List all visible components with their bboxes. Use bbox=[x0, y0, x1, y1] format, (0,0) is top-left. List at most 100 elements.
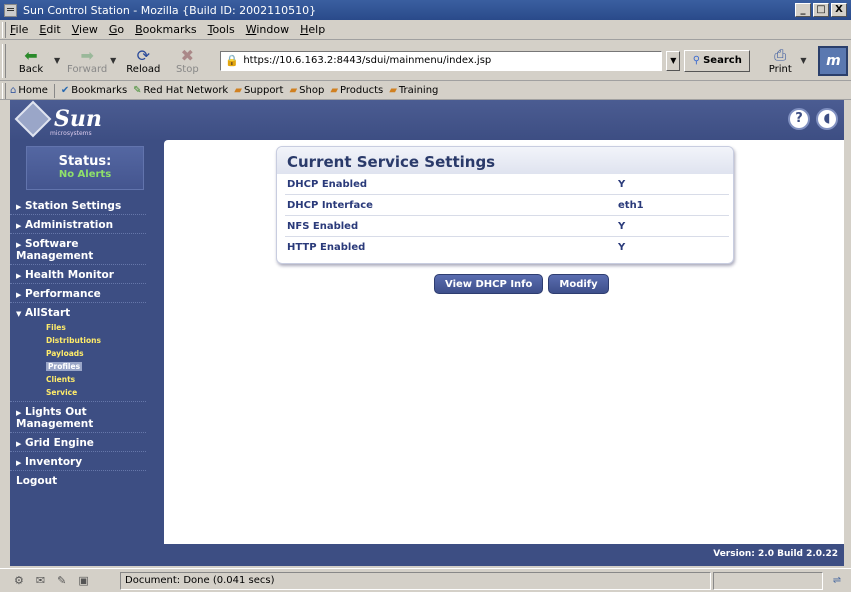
bookmark-icon: ✎ bbox=[133, 85, 142, 96]
modify-button[interactable]: Modify bbox=[548, 274, 609, 294]
composer-icon[interactable]: ✎ bbox=[57, 574, 66, 587]
url-history-dropdown[interactable]: ▼ bbox=[666, 50, 681, 71]
subnav-payloads[interactable]: Payloads bbox=[10, 347, 164, 360]
bookmark-label: Home bbox=[18, 85, 48, 96]
setting-name: HTTP Enabled bbox=[287, 242, 366, 253]
table-row: DHCP Interface eth1 bbox=[285, 195, 729, 216]
stop-button[interactable]: ✖ Stop bbox=[166, 46, 208, 76]
menu-bookmarks[interactable]: Bookmarks bbox=[135, 23, 196, 36]
toolbar-grip[interactable] bbox=[2, 44, 6, 78]
menu-tools[interactable]: Tools bbox=[208, 23, 235, 36]
toolbar-grip[interactable] bbox=[2, 83, 6, 99]
online-status-icon[interactable]: ⇌ bbox=[823, 575, 851, 586]
sidebar-item-logout[interactable]: Logout bbox=[10, 471, 146, 489]
back-button[interactable]: ⬅ Back bbox=[10, 45, 52, 76]
menu-go[interactable]: Go bbox=[109, 23, 124, 36]
mozilla-throbber-icon[interactable]: m bbox=[818, 45, 849, 76]
print-button[interactable]: ⎙ Print bbox=[760, 46, 800, 75]
forward-arrow-icon: ➡ bbox=[80, 45, 94, 65]
bookmark-red-hat-network[interactable]: ✎ Red Hat Network bbox=[133, 85, 228, 96]
print-dropdown-icon[interactable]: ▼ bbox=[800, 56, 806, 65]
page-footer: Version: 2.0 Build 2.0.22 bbox=[10, 544, 844, 566]
status-value: No Alerts bbox=[58, 169, 112, 180]
navigation-toolbar: ⬅ Back ▼ ➡ Forward ▼ ⟳ Reload ✖ Stop 🔒 h… bbox=[0, 41, 851, 81]
bookmarks-icon: ✔ bbox=[60, 85, 70, 96]
subnav-label: Profiles bbox=[46, 362, 83, 371]
sun-wordmark: Sun bbox=[54, 106, 102, 132]
nav-label: Logout bbox=[16, 475, 58, 487]
nav-label: Software Management bbox=[16, 238, 94, 262]
reload-button[interactable]: ⟳ Reload bbox=[122, 46, 164, 76]
search-button[interactable]: ⚲ Search bbox=[684, 49, 751, 72]
status-label: Status: bbox=[58, 154, 112, 169]
subnav-clients[interactable]: Clients bbox=[10, 373, 164, 386]
forward-dropdown-icon[interactable]: ▼ bbox=[110, 56, 116, 65]
subnav-profiles[interactable]: Profiles bbox=[10, 360, 164, 373]
sidebar-item-inventory[interactable]: ▶ Inventory bbox=[10, 452, 146, 471]
bookmark-bookmarks[interactable]: ✔ Bookmarks bbox=[61, 85, 127, 96]
setting-value: Y bbox=[618, 220, 626, 232]
bookmark-label: Training bbox=[398, 85, 439, 96]
sidebar-item-health-monitor[interactable]: ▶ Health Monitor bbox=[10, 265, 146, 284]
sidebar-nav: ▶ Station Settings ▶ Administration ▶ Softw… bbox=[10, 196, 164, 489]
setting-value: Y bbox=[618, 242, 626, 253]
folder-icon: ▰ bbox=[389, 85, 397, 96]
forward-button[interactable]: ➡ Forward bbox=[66, 45, 108, 76]
view-dhcp-info-button[interactable]: View DHCP Info bbox=[434, 274, 544, 294]
sidebar-item-station-settings[interactable]: ▶ Station Settings bbox=[10, 196, 146, 215]
window-menu-icon[interactable] bbox=[4, 3, 17, 17]
menu-help[interactable]: Help bbox=[300, 23, 325, 36]
menu-file[interactable]: File bbox=[10, 23, 28, 36]
setting-name: DHCP Enabled bbox=[287, 178, 368, 190]
bookmark-products[interactable]: ▰ Products bbox=[330, 85, 383, 96]
mail-icon[interactable]: ✉ bbox=[36, 574, 45, 587]
browser-status-bar: ⚙ ✉ ✎ ▣ Document: Done (0.041 secs) ⇌ bbox=[0, 568, 851, 592]
bookmark-home[interactable]: ⌂ Home bbox=[10, 85, 48, 96]
navigator-icon[interactable]: ⚙ bbox=[14, 574, 24, 587]
forward-label: Forward bbox=[67, 64, 108, 75]
url-field[interactable]: 🔒 https://10.6.163.2:8443/sdui/mainmenu/… bbox=[220, 50, 663, 71]
setting-value: eth1 bbox=[618, 199, 644, 211]
sidebar-item-lights-out-management[interactable]: ▶ Lights Out Management bbox=[10, 402, 146, 433]
sidebar-item-grid-engine[interactable]: ▶ Grid Engine bbox=[10, 433, 146, 452]
action-buttons: View DHCP Info Modify bbox=[434, 274, 609, 294]
volume-button[interactable]: ◖ bbox=[816, 108, 838, 130]
sidebar-item-allstart[interactable]: ▼ AllStart bbox=[10, 303, 146, 321]
bookmark-label: Bookmarks bbox=[71, 85, 128, 96]
toolbar-grip[interactable] bbox=[2, 22, 6, 38]
subnav-service[interactable]: Service bbox=[10, 386, 146, 402]
minimize-button[interactable]: _ bbox=[795, 3, 811, 17]
window-title: Sun Control Station - Mozilla {Build ID:… bbox=[23, 3, 317, 17]
folder-icon: ▰ bbox=[330, 85, 339, 96]
sidebar-item-administration[interactable]: ▶ Administration bbox=[10, 215, 146, 234]
subnav-label: Payloads bbox=[46, 349, 84, 358]
folder-icon: ▰ bbox=[289, 85, 298, 96]
sidebar-item-software-management[interactable]: ▶ Software Management bbox=[10, 234, 146, 265]
address-book-icon[interactable]: ▣ bbox=[78, 574, 88, 587]
sun-logo[interactable]: Sun microsystems bbox=[14, 100, 102, 138]
search-icon: ⚲ bbox=[692, 55, 701, 66]
bookmark-shop[interactable]: ▰ Shop bbox=[289, 85, 324, 96]
menu-view[interactable]: View bbox=[72, 23, 98, 36]
version-text: Version: 2.0 Build 2.0.22 bbox=[713, 549, 838, 559]
bookmark-support[interactable]: ▰ Support bbox=[234, 85, 283, 96]
subnav-label: Clients bbox=[46, 375, 76, 384]
table-row: HTTP Enabled Y bbox=[285, 237, 729, 258]
subnav-files[interactable]: Files bbox=[10, 321, 164, 334]
sidebar-item-performance[interactable]: ▶ Performance bbox=[10, 284, 146, 303]
menu-edit[interactable]: Edit bbox=[39, 23, 60, 36]
nav-label: Grid Engine bbox=[25, 437, 94, 449]
close-button[interactable]: X bbox=[831, 3, 847, 17]
subnav-distributions[interactable]: Distributions bbox=[10, 334, 164, 347]
table-row: DHCP Enabled Y bbox=[285, 174, 729, 195]
menu-window[interactable]: Window bbox=[246, 23, 289, 36]
back-arrow-icon: ⬅ bbox=[24, 45, 38, 65]
back-dropdown-icon[interactable]: ▼ bbox=[54, 56, 60, 65]
triangle-right-icon: ▶ bbox=[16, 459, 22, 467]
bookmark-training[interactable]: ▰ Training bbox=[389, 85, 438, 96]
url-text: https://10.6.163.2:8443/sdui/mainmenu/in… bbox=[243, 55, 492, 66]
triangle-right-icon: ▶ bbox=[16, 440, 22, 448]
maximize-button[interactable]: □ bbox=[813, 3, 829, 17]
nav-label: AllStart bbox=[25, 307, 71, 319]
help-button[interactable]: ? bbox=[788, 108, 810, 130]
